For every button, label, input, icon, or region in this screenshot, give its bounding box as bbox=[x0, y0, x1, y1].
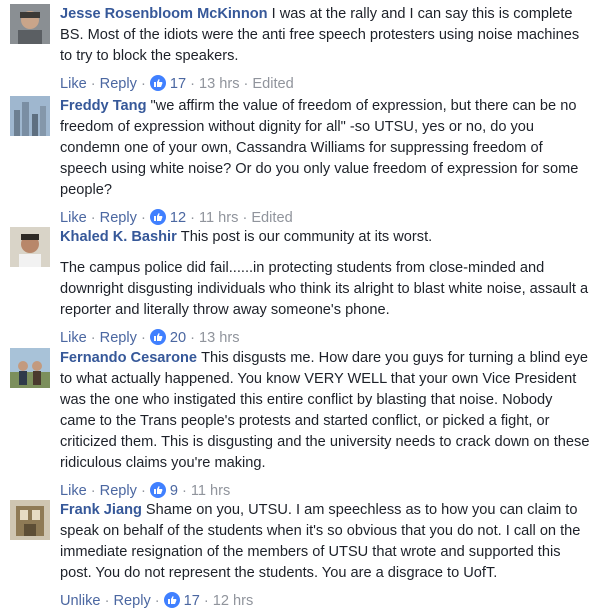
comment-timestamp[interactable]: 13 hrs bbox=[199, 76, 240, 92]
comment-body: Khaled K. Bashir This post is our communi… bbox=[60, 227, 590, 347]
edited-label[interactable]: Edited bbox=[252, 76, 293, 92]
separator-dot: · bbox=[90, 483, 96, 499]
avatar[interactable] bbox=[10, 4, 50, 44]
separator-dot: · bbox=[243, 76, 249, 92]
reactions-link[interactable]: 12 bbox=[149, 209, 187, 226]
comment-paragraph: This post is our community at its worst. bbox=[180, 229, 433, 245]
separator-dot: · bbox=[90, 330, 96, 346]
comment-timestamp[interactable]: 11 hrs bbox=[199, 210, 238, 226]
thumbs-up-icon bbox=[149, 209, 166, 225]
separator-dot: · bbox=[104, 593, 110, 609]
avatar[interactable] bbox=[10, 348, 50, 388]
reply-button[interactable]: Reply bbox=[100, 76, 137, 92]
reply-button[interactable]: Reply bbox=[113, 593, 150, 609]
separator-dot: · bbox=[140, 330, 146, 346]
comment-author-link[interactable]: Jesse Rosenbloom McKinnon bbox=[60, 6, 268, 22]
reply-button[interactable]: Reply bbox=[100, 483, 137, 499]
comment-body: Frank Jiang Shame on you, UTSU. I am spee… bbox=[60, 500, 590, 610]
comment-text: Frank Jiang Shame on you, UTSU. I am spee… bbox=[60, 500, 590, 584]
comment-body: Freddy Tang "we affirm the value of freed… bbox=[60, 96, 590, 227]
thumbs-up-icon bbox=[149, 75, 166, 91]
separator-dot: · bbox=[140, 483, 146, 499]
separator-dot: · bbox=[190, 76, 195, 92]
comment-body: Fernando Cesarone This disgusts me. How d… bbox=[60, 348, 590, 500]
separator-dot: · bbox=[203, 593, 209, 609]
comment-text: Fernando Cesarone This disgusts me. How d… bbox=[60, 348, 590, 474]
comment-actions: Unlike · Reply · 17 · 12 hrs bbox=[60, 592, 590, 610]
reaction-count: 17 bbox=[183, 593, 200, 609]
separator-dot: · bbox=[181, 483, 187, 499]
comment-timestamp[interactable]: 12 hrs bbox=[213, 593, 254, 609]
separator-dot: · bbox=[140, 210, 146, 226]
reaction-count: 12 bbox=[169, 210, 187, 226]
comment-author-link[interactable]: Khaled K. Bashir bbox=[60, 229, 177, 245]
thumbs-up-icon bbox=[149, 482, 166, 498]
comment-author-link[interactable]: Frank Jiang bbox=[60, 502, 142, 518]
reply-button[interactable]: Reply bbox=[100, 210, 137, 226]
separator-dot: · bbox=[190, 330, 195, 346]
like-button[interactable]: Like bbox=[60, 210, 87, 226]
comment-author-link[interactable]: Freddy Tang bbox=[60, 98, 147, 114]
comment-text: The campus police did fail......in prote… bbox=[60, 258, 590, 321]
reactions-link[interactable]: 20 bbox=[149, 329, 187, 346]
edited-label[interactable]: Edited bbox=[251, 210, 292, 226]
comment-actions: Like · Reply · 17 · 13 hrs · Edited bbox=[60, 75, 590, 93]
comment-paragraph: The campus police did fail......in prote… bbox=[60, 260, 589, 318]
separator-dot: · bbox=[242, 210, 248, 226]
comment-timestamp[interactable]: 13 hrs bbox=[199, 330, 240, 346]
comment-timestamp[interactable]: 11 hrs bbox=[191, 483, 230, 499]
comment-text: Khaled K. Bashir This post is our communi… bbox=[60, 227, 590, 248]
like-button[interactable]: Like bbox=[60, 483, 87, 499]
like-button[interactable]: Like bbox=[60, 330, 87, 346]
comment-paragraph: This disgusts me. How dare you guys for … bbox=[60, 350, 590, 471]
reactions-link[interactable]: 17 bbox=[163, 592, 200, 609]
like-button[interactable]: Unlike bbox=[60, 593, 101, 609]
separator-dot: · bbox=[154, 593, 160, 609]
comment-list: Jesse Rosenbloom McKinnon I was at the ra… bbox=[0, 0, 600, 610]
reaction-count: 9 bbox=[169, 483, 178, 499]
avatar[interactable] bbox=[10, 96, 50, 136]
reply-button[interactable]: Reply bbox=[100, 330, 137, 346]
reaction-count: 17 bbox=[169, 76, 187, 92]
comment-body: Jesse Rosenbloom McKinnon I was at the ra… bbox=[60, 4, 590, 93]
comment-text: Jesse Rosenbloom McKinnon I was at the ra… bbox=[60, 4, 590, 67]
comment-text: Freddy Tang "we affirm the value of freed… bbox=[60, 96, 590, 201]
separator-dot: · bbox=[90, 210, 96, 226]
thumbs-up-icon bbox=[163, 592, 180, 608]
reaction-count: 20 bbox=[169, 330, 187, 346]
comment-actions: Like · Reply · 20 · 13 hrs bbox=[60, 329, 590, 347]
avatar[interactable] bbox=[10, 227, 50, 267]
reactions-link[interactable]: 9 bbox=[149, 482, 178, 499]
thumbs-up-icon bbox=[149, 329, 166, 345]
like-button[interactable]: Like bbox=[60, 76, 87, 92]
reactions-link[interactable]: 17 bbox=[149, 75, 187, 92]
avatar[interactable] bbox=[10, 500, 50, 540]
comment-actions: Like · Reply · 12 · 11 hrs · Edited bbox=[60, 209, 590, 227]
separator-dot: · bbox=[140, 76, 146, 92]
separator-dot: · bbox=[90, 76, 96, 92]
comment-actions: Like · Reply · 9 · 11 hrs bbox=[60, 482, 590, 500]
comment-author-link[interactable]: Fernando Cesarone bbox=[60, 350, 197, 366]
separator-dot: · bbox=[190, 210, 195, 226]
